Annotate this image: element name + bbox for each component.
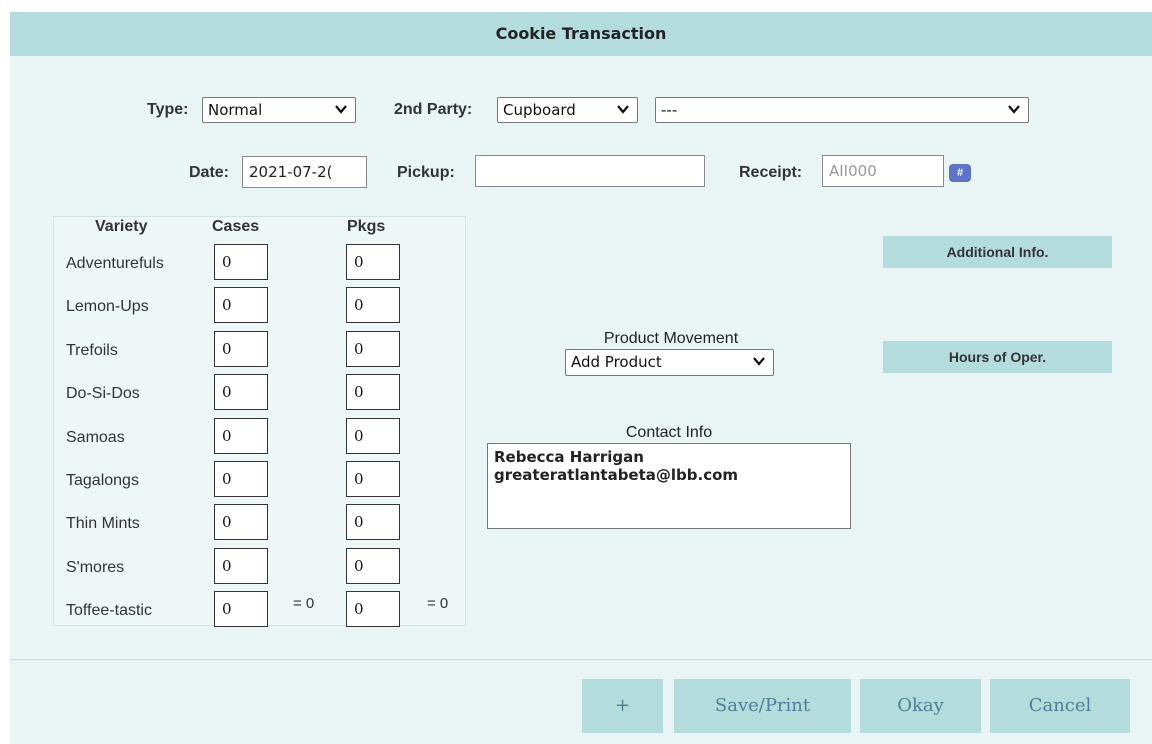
contact-info-box[interactable]: Rebecca Harrigan greateratlantabeta@lbb.… bbox=[487, 443, 851, 529]
pkgs-total: = 0 bbox=[427, 595, 449, 612]
cases-input[interactable]: 0 bbox=[214, 244, 268, 280]
product-movement-select-value: Add Product bbox=[571, 353, 662, 371]
type-label: Type: bbox=[147, 101, 189, 118]
cases-input[interactable]: 0 bbox=[214, 331, 268, 367]
pkgs-input[interactable]: 0 bbox=[346, 244, 400, 280]
second-party-select[interactable]: Cupboard bbox=[497, 97, 638, 123]
party-detail-select[interactable]: --- bbox=[655, 97, 1029, 123]
chevron-down-icon bbox=[1008, 105, 1020, 114]
cases-input[interactable]: 0 bbox=[214, 504, 268, 540]
pkgs-input[interactable]: 0 bbox=[346, 548, 400, 584]
variety-name: Thin Mints bbox=[66, 515, 140, 532]
cases-header: Cases bbox=[212, 218, 260, 235]
variety-name: Samoas bbox=[66, 429, 125, 446]
hours-of-operation-button[interactable]: Hours of Oper. bbox=[883, 341, 1112, 373]
pkgs-input[interactable]: 0 bbox=[346, 461, 400, 497]
cases-input[interactable]: 0 bbox=[214, 548, 268, 584]
variety-name: S'mores bbox=[66, 559, 125, 576]
variety-header: Variety bbox=[95, 218, 148, 235]
variety-name: Do-Si-Dos bbox=[66, 385, 140, 402]
pkgs-input[interactable]: 0 bbox=[346, 504, 400, 540]
pkgs-header: Pkgs bbox=[347, 218, 386, 235]
pkgs-input[interactable]: 0 bbox=[346, 374, 400, 410]
cookie-transaction-dialog: Cookie Transaction Type: Normal 2nd Part… bbox=[10, 12, 1152, 744]
contact-info-label: Contact Info bbox=[625, 424, 713, 441]
dialog-titlebar: Cookie Transaction bbox=[10, 12, 1152, 56]
receipt-label: Receipt: bbox=[739, 164, 803, 181]
okay-button[interactable]: Okay bbox=[860, 679, 981, 733]
variety-name: Adventurefuls bbox=[66, 255, 164, 272]
cases-input[interactable]: 0 bbox=[214, 461, 268, 497]
additional-info-button[interactable]: Additional Info. bbox=[883, 236, 1112, 268]
receipt-input[interactable]: AII000 bbox=[822, 155, 944, 187]
dialog-title: Cookie Transaction bbox=[495, 24, 667, 43]
variety-name: Lemon-Ups bbox=[66, 298, 149, 315]
pickup-input[interactable] bbox=[475, 155, 705, 187]
product-movement-label: Product Movement bbox=[603, 330, 739, 347]
chevron-down-icon bbox=[335, 105, 347, 114]
pkgs-input[interactable]: 0 bbox=[346, 287, 400, 323]
cases-input[interactable]: 0 bbox=[214, 591, 268, 627]
party-detail-select-value: --- bbox=[661, 101, 678, 119]
chevron-down-icon bbox=[617, 105, 629, 114]
type-select-value: Normal bbox=[208, 101, 263, 119]
receipt-number-button[interactable]: # bbox=[949, 164, 971, 182]
date-input[interactable]: 2021-07-2( bbox=[242, 156, 367, 188]
second-party-label: 2nd Party: bbox=[394, 101, 473, 118]
type-select[interactable]: Normal bbox=[202, 97, 356, 123]
contact-email: greateratlantabeta@lbb.com bbox=[494, 466, 739, 484]
cases-total: = 0 bbox=[293, 595, 315, 612]
footer-divider bbox=[10, 659, 1152, 660]
product-movement-select[interactable]: Add Product bbox=[565, 349, 774, 376]
pkgs-input[interactable]: 0 bbox=[346, 418, 400, 454]
pkgs-input[interactable]: 0 bbox=[346, 591, 400, 627]
add-button[interactable]: + bbox=[582, 679, 663, 733]
save-print-button[interactable]: Save/Print bbox=[674, 679, 851, 733]
date-label: Date: bbox=[189, 164, 230, 181]
variety-name: Tagalongs bbox=[66, 472, 139, 489]
cases-input[interactable]: 0 bbox=[214, 287, 268, 323]
pkgs-input[interactable]: 0 bbox=[346, 331, 400, 367]
cases-input[interactable]: 0 bbox=[214, 374, 268, 410]
contact-name: Rebecca Harrigan bbox=[494, 448, 644, 466]
pickup-label: Pickup: bbox=[397, 164, 455, 181]
variety-name: Toffee-tastic bbox=[66, 602, 152, 619]
variety-name: Trefoils bbox=[66, 342, 118, 359]
cancel-button[interactable]: Cancel bbox=[990, 679, 1130, 733]
second-party-select-value: Cupboard bbox=[503, 101, 576, 119]
chevron-down-icon bbox=[753, 357, 765, 366]
cases-input[interactable]: 0 bbox=[214, 418, 268, 454]
